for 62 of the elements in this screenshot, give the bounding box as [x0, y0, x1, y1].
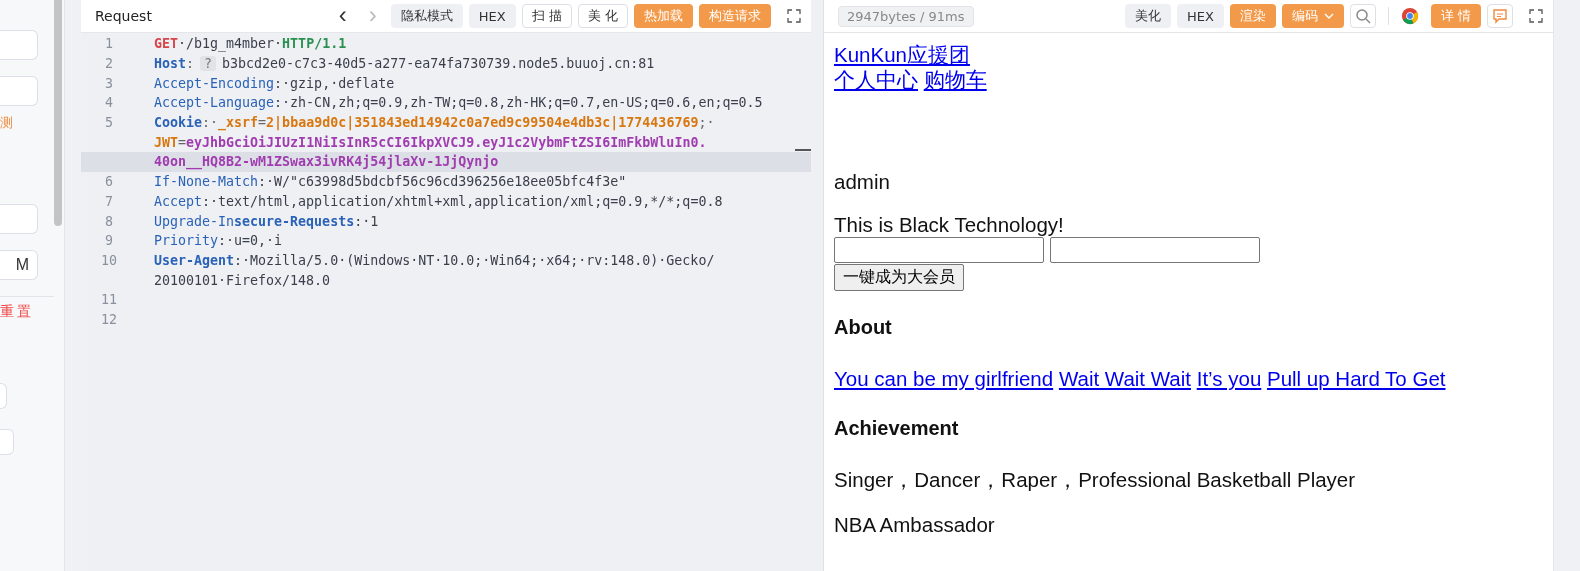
scrollbar[interactable] — [54, 0, 62, 226]
response-stats: 2947bytes / 91ms — [838, 5, 974, 27]
line-number: 11 — [100, 292, 118, 308]
nav-link[interactable]: 购物车 — [923, 67, 987, 91]
comment-button[interactable] — [1487, 4, 1513, 28]
line-number: 2 — [104, 56, 114, 72]
link[interactable]: Pull up Hard To Get — [1267, 367, 1446, 391]
nav-link[interactable]: 个人中心 — [834, 67, 918, 91]
code-line: JWT=eyJhbGciOiJIUzI1NiIsInR5cCI6IkpXVCJ9.eyJ1c2VybmFtZSI6ImFkbWluIn0. — [153, 134, 707, 150]
code-line: 40on__HQ8B2-wM1ZSwax3ivRK4j54jlaXv-1JjQynjo — [153, 154, 499, 170]
tagline: This is Black Technology! — [834, 212, 1065, 238]
section-heading: Achievement — [834, 415, 960, 440]
line-number: 10 — [100, 252, 118, 268]
username: admin — [834, 170, 891, 195]
line-number: 12 — [100, 311, 118, 327]
line-number: 8 — [104, 213, 114, 229]
toolbar-button[interactable]: 美化 — [1124, 4, 1171, 28]
code-line: User-Agent:·Mozilla/5.0·(Windows·NT·10.0;·Win64;·x64;·rv:148.0)·Gecko/ — [153, 252, 715, 268]
code-line: Accept-Encoding:·gzip,·deflate — [153, 75, 395, 91]
search-button[interactable] — [1349, 4, 1376, 28]
link[interactable]: You can be my girlfriend — [834, 367, 1054, 391]
brand-link[interactable]: KunKun应援团 — [834, 43, 970, 66]
code-line: Accept-Language:·zh-CN,zh;q=0.9,zh-TW;q=0.8,zh-HK;q=0.7,en-US;q=0.6,en;q=0.5 — [153, 95, 763, 111]
toolbar-button[interactable]: 扫 描 — [521, 4, 572, 28]
input-field[interactable]: M — [0, 250, 38, 280]
panel-title: Request — [95, 8, 152, 24]
code-line: Accept:·text/html,application/xhtml+xml,application/xml;q=0.9,*/*;q=0.8 — [153, 193, 723, 209]
input-field[interactable] — [834, 237, 1044, 264]
line-number: 7 — [104, 193, 114, 209]
expand-icon[interactable] — [1529, 9, 1543, 23]
line-number: 3 — [104, 75, 114, 91]
achievement-text: Singer，Dancer，Raper，Professional Basketball Player — [834, 467, 1357, 493]
comment-icon — [1492, 8, 1508, 24]
code-line: If-None-Match:·W/"c63998d5bdcbf56c96cd396256e18ee05bfc4f3e" — [153, 174, 627, 190]
line-number: 4 — [104, 95, 114, 111]
toolbar-button[interactable]: 美 化 — [577, 4, 628, 28]
toolbar-button[interactable]: HEX — [468, 4, 516, 28]
code-line: Cookie:·_xsrf=2|bbaa9d0c|351843ed14942c0a7ed9c99504e4db3c|1774436769;· — [153, 115, 715, 131]
code-line: 20100101·Firefox/148.0 — [153, 272, 331, 288]
line-number: 1 — [104, 36, 114, 52]
achievement-text: NBA Ambassador — [834, 512, 996, 538]
reset-link[interactable]: 重置 — [0, 303, 64, 321]
splitter-handle[interactable] — [795, 149, 811, 151]
submit-button[interactable]: 一键成为大会员 — [834, 264, 964, 292]
link[interactable]: Wait Wait Wait — [1058, 367, 1191, 391]
code-line: Priority:·u=0,·i — [153, 233, 283, 249]
code-line: GET·/b1g_m4mber·HTTP/1.1 — [153, 36, 347, 52]
section-heading: About — [834, 315, 893, 340]
toolbar-button[interactable]: 隐私模式 — [390, 4, 463, 28]
toolbar-button[interactable]: HEX — [1176, 4, 1224, 28]
line-number: 6 — [104, 174, 114, 190]
line-number: 5 — [104, 115, 114, 131]
search-icon — [1354, 8, 1371, 24]
caret-icon — [1323, 13, 1334, 19]
browser-icon[interactable] — [1400, 7, 1419, 25]
nav-button[interactable]: ‹ — [330, 4, 355, 25]
code-line: Upgrade-Insecure-Requests:·1 — [153, 213, 379, 229]
line-number: 9 — [104, 233, 114, 249]
link[interactable]: It’s you — [1196, 367, 1262, 391]
code-line: Host: ? b3bcd2e0-c7c3-40d5-a277-ea74fa730739.node5.buuoj.cn:81 — [153, 56, 655, 72]
input-field[interactable] — [1050, 237, 1260, 264]
expand-icon[interactable] — [787, 9, 801, 23]
